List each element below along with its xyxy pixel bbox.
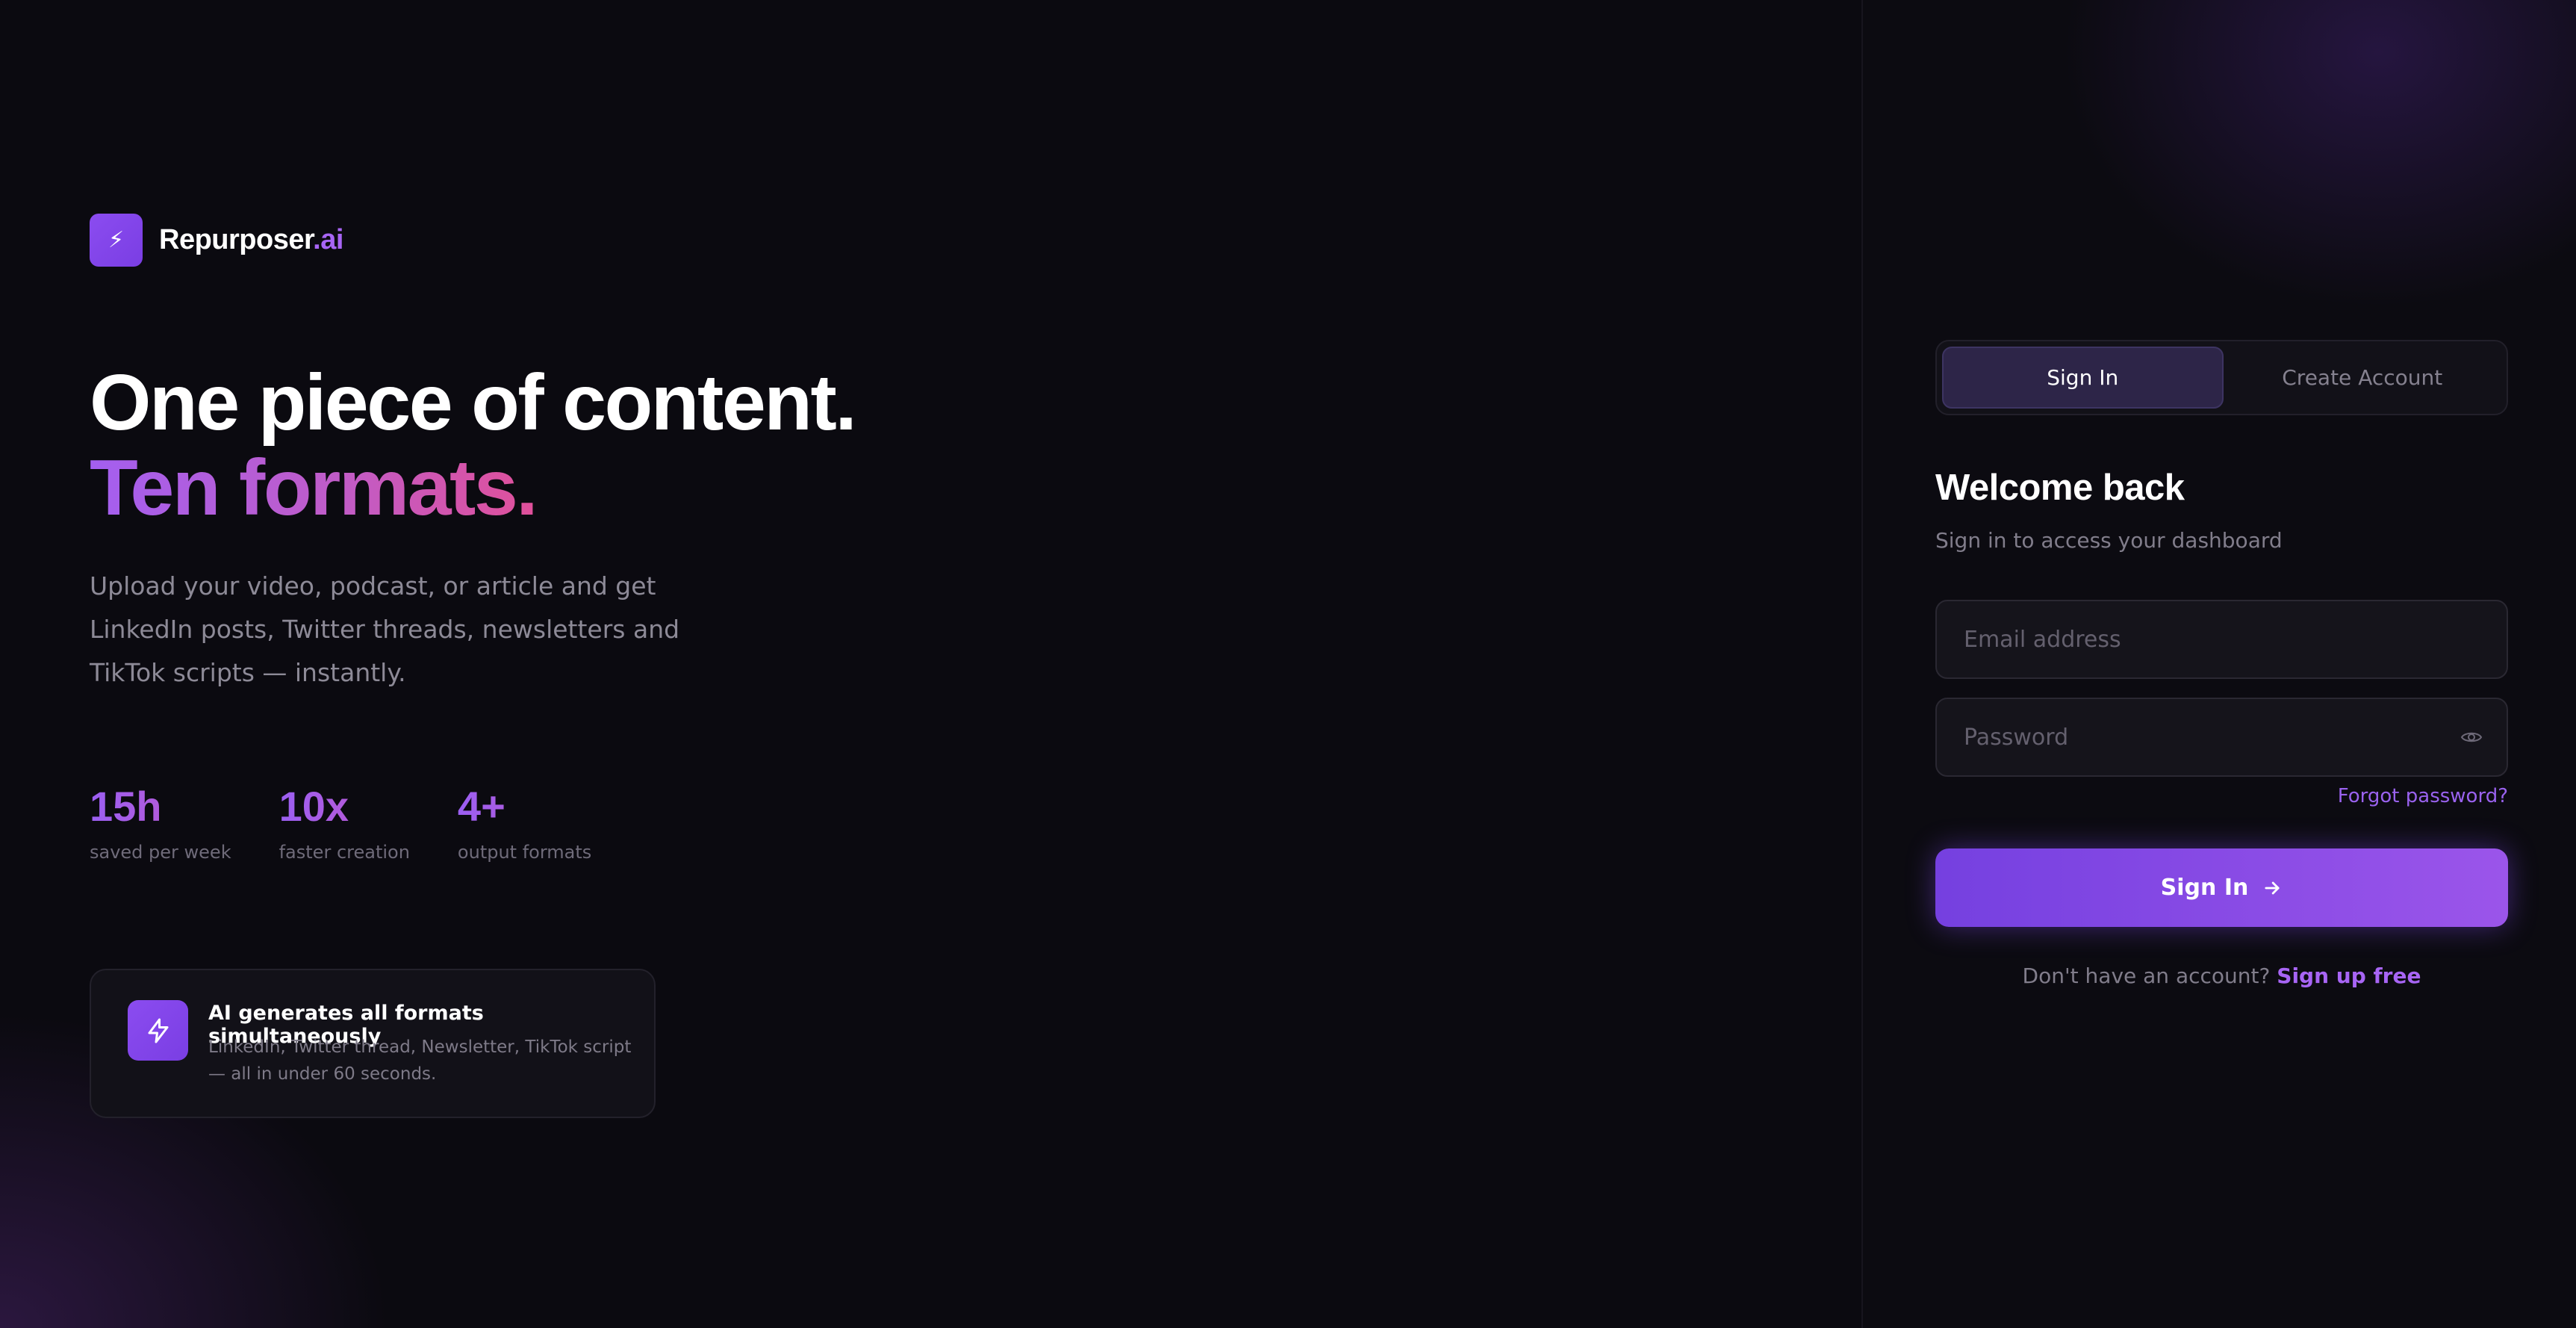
stat-value: 15h	[90, 781, 231, 833]
password-field-wrapper	[1935, 698, 2508, 777]
lightning-logo-icon: ⚡	[90, 214, 143, 267]
tab-create-account[interactable]: Create Account	[2224, 347, 2502, 409]
password-field[interactable]	[1937, 699, 2507, 775]
sign-in-button-label: Sign In	[2160, 875, 2249, 901]
tab-sign-in[interactable]: Sign In	[1942, 347, 2224, 409]
stat-label: saved per week	[90, 842, 231, 863]
auth-panel: Sign In Create Account Welcome back Sign…	[1863, 0, 2576, 1328]
hero-headline: One piece of content. Ten formats.	[90, 359, 857, 532]
brand-name-accent: .ai	[313, 224, 343, 255]
signup-prompt: Don't have an account? Sign up free	[1935, 964, 2508, 988]
sign-in-button[interactable]: Sign In	[1935, 848, 2508, 927]
forgot-password-link[interactable]: Forgot password?	[2338, 785, 2508, 807]
stat-value: 10x	[279, 781, 410, 833]
welcome-heading: Welcome back	[1935, 468, 2185, 508]
feature-description: LinkedIn, Twitter thread, Newsletter, Ti…	[208, 1037, 632, 1084]
email-field[interactable]	[1937, 601, 2507, 677]
stat-label: faster creation	[279, 842, 410, 863]
sign-up-link[interactable]: Sign up free	[2277, 964, 2421, 988]
headline-line-1: One piece of content.	[90, 359, 857, 447]
stat-faster-creation: 10x faster creation	[279, 781, 410, 863]
welcome-subheading: Sign in to access your dashboard	[1935, 528, 2283, 553]
stat-output-formats: 4+ output formats	[458, 781, 591, 863]
eye-icon[interactable]	[2460, 729, 2483, 745]
brand-name-main: Repurposer	[159, 224, 314, 255]
lightning-icon	[128, 1000, 188, 1061]
stats-row: 15h saved per week 10x faster creation 4…	[90, 781, 639, 863]
email-field-wrapper	[1935, 600, 2508, 679]
brand-logo[interactable]: ⚡ Repurposer.ai	[90, 214, 343, 267]
hero-subtext: Upload your video, podcast, or article a…	[90, 571, 680, 687]
auth-tabs: Sign In Create Account	[1935, 340, 2508, 415]
login-page: ⚡ Repurposer.ai One piece of content. Te…	[0, 0, 2576, 1328]
stat-value: 4+	[458, 781, 591, 833]
stat-hours-saved: 15h saved per week	[90, 781, 231, 863]
signup-prompt-text: Don't have an account?	[2022, 964, 2271, 988]
marketing-panel: ⚡ Repurposer.ai One piece of content. Te…	[0, 0, 1861, 1328]
feature-card: AI generates all formats simultaneously …	[90, 969, 656, 1118]
headline-line-2: Ten formats.	[90, 444, 538, 532]
brand-name: Repurposer.ai	[159, 224, 343, 256]
stat-label: output formats	[457, 842, 592, 863]
arrow-right-icon	[2265, 881, 2280, 894]
